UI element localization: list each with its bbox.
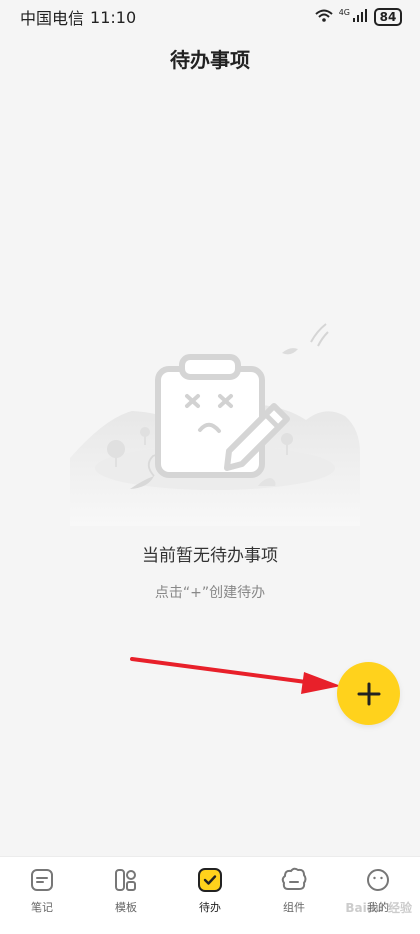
tab-widgets[interactable]: 组件 [252, 865, 336, 934]
empty-state-title: 当前暂无待办事项 [142, 546, 278, 566]
annotation-arrow [128, 652, 348, 702]
page-title: 待办事项 [170, 48, 250, 72]
tab-notes[interactable]: 笔记 [0, 865, 84, 934]
check-icon [195, 865, 225, 895]
empty-state-hint: 点击“+”创建待办 [154, 585, 266, 601]
note-icon [27, 865, 57, 895]
tab-todo[interactable]: 待办 [168, 865, 252, 934]
screen: 中国电信 11:10 4G 84 待办事项 当前暂无待办事项 点击“+”创建待办… [0, 0, 420, 934]
battery-level: 84 [379, 10, 397, 24]
tab-label-todo: 待办 [199, 901, 221, 914]
battery-indicator: 84 [374, 8, 402, 26]
widget-icon [279, 865, 309, 895]
plus-icon [357, 682, 380, 705]
network-label: 4G [338, 8, 350, 17]
time-label: 11:10 [90, 7, 137, 27]
signal-icon [352, 8, 368, 27]
tab-label-templates: 模板 [115, 901, 137, 914]
status-bar: 中国电信 11:10 4G 84 [0, 0, 420, 34]
empty-state-illustration [70, 308, 360, 526]
watermark: Baidu 经验 [345, 901, 412, 915]
template-icon [111, 865, 141, 895]
status-right: 4G 84 [315, 8, 402, 27]
tab-label-widgets: 组件 [283, 901, 305, 914]
create-todo-button[interactable] [337, 662, 400, 725]
bottom-tab-bar: 笔记 模板 待办 组件 我的 [0, 856, 420, 934]
wifi-icon [315, 8, 333, 27]
tab-label-notes: 笔记 [31, 901, 53, 914]
carrier-label: 中国电信 [20, 9, 85, 28]
status-left: 中国电信 11:10 [20, 5, 136, 29]
tab-templates[interactable]: 模板 [84, 865, 168, 934]
profile-icon [363, 865, 393, 895]
